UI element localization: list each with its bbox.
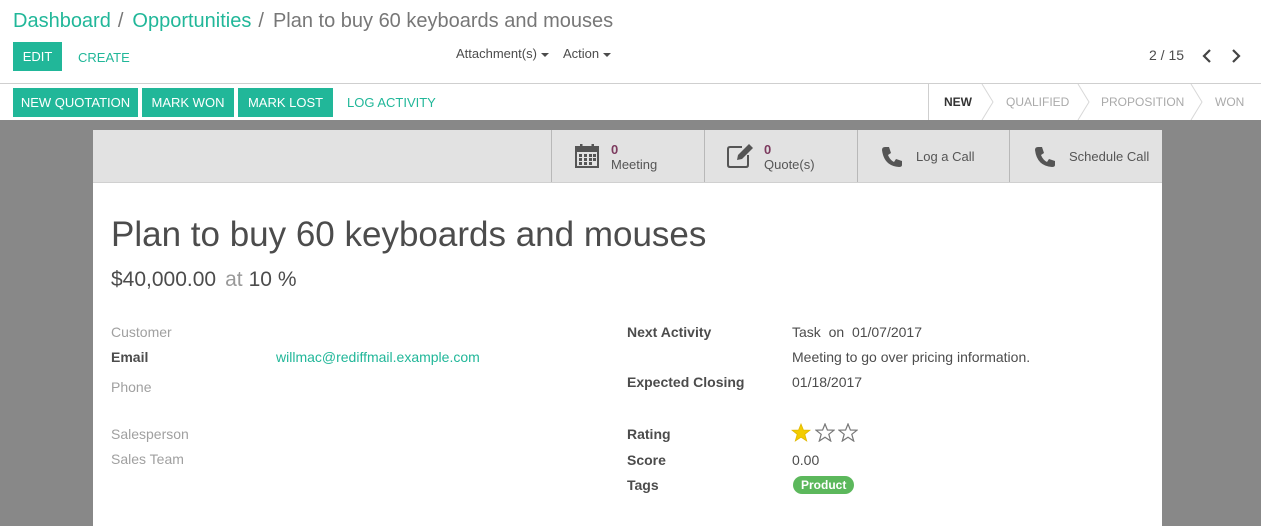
control-panel: Dashboard / Opportunities / Plan to buy 60 k…	[0, 0, 1261, 84]
opportunity-title: Plan to buy 60 keyboards and mouses	[111, 215, 707, 254]
breadcrumb-dashboard[interactable]: Dashboard	[13, 10, 111, 32]
next-activity-summary: Meeting to go over pricing information.	[792, 349, 1031, 365]
phone-icon	[882, 147, 902, 167]
quotes-smart-button[interactable]: 0 Quote(s)	[704, 130, 857, 182]
star-empty-icon[interactable]	[838, 423, 858, 442]
phone-icon	[1035, 147, 1055, 167]
log-call-smart-button[interactable]: Log a Call	[857, 130, 1009, 182]
log-call-label: Log a Call	[916, 149, 975, 164]
next-activity-value: Task on 01/07/2017	[792, 324, 922, 340]
rating-label: Rating	[627, 426, 671, 442]
email-value[interactable]: willmac@rediffmail.example.com	[276, 349, 480, 365]
on-label: on	[828, 324, 845, 340]
calendar-icon	[575, 144, 599, 168]
stage-won[interactable]: WON	[1215, 84, 1244, 120]
breadcrumb-separator: /	[258, 10, 264, 32]
pager-next-button[interactable]	[1228, 47, 1244, 65]
expected-closing-label: Expected Closing	[627, 374, 745, 390]
quotes-count: 0	[764, 142, 772, 157]
edit-icon	[727, 144, 753, 168]
attachments-dropdown[interactable]: Attachment(s)	[456, 46, 549, 61]
caret-down-icon	[603, 52, 612, 57]
mark-won-button[interactable]: MARK WON	[142, 88, 234, 117]
expected-revenue: $40,000.00 at 10 %	[111, 268, 297, 292]
stage-arrow-icon	[981, 84, 994, 120]
next-activity-date: 01/07/2017	[851, 324, 923, 340]
meeting-label: Meeting	[611, 157, 658, 172]
breadcrumb-separator: /	[117, 10, 124, 32]
customer-label: Customer	[111, 324, 172, 340]
log-activity-button[interactable]: LOG ACTIVITY	[347, 95, 436, 110]
form-sheet: 0 Meeting 0 Quote(s) Log a Call Schedule…	[93, 130, 1162, 526]
score-value: 0.00	[792, 452, 820, 468]
revenue-amount: $40,000.00	[111, 268, 217, 291]
create-button[interactable]: CREATE	[78, 50, 130, 65]
pager-previous-button[interactable]	[1199, 47, 1215, 65]
stage-new[interactable]: NEW	[944, 84, 972, 120]
next-activity-label: Next Activity	[627, 324, 712, 340]
chevron-left-icon	[1202, 49, 1211, 63]
smart-button-box: 0 Meeting 0 Quote(s) Log a Call Schedule…	[93, 130, 1162, 183]
action-label: Action	[563, 46, 600, 61]
statusbar: NEW QUOTATION MARK WON MARK LOST LOG ACT…	[0, 84, 1261, 120]
breadcrumb-opportunities[interactable]: Opportunities	[132, 10, 251, 32]
star-filled-icon[interactable]	[791, 423, 811, 442]
at-label: at	[225, 268, 243, 291]
score-label: Score	[627, 452, 666, 468]
tag-badge[interactable]: Product	[793, 476, 855, 494]
action-dropdown[interactable]: Action	[563, 46, 612, 61]
stage-arrow-icon	[1077, 84, 1090, 120]
tags-label: Tags	[627, 477, 659, 493]
meeting-smart-button[interactable]: 0 Meeting	[551, 130, 704, 182]
caret-down-icon	[540, 52, 549, 57]
meeting-count: 0	[611, 142, 619, 157]
breadcrumb: Dashboard / Opportunities / Plan to buy 60 k…	[13, 10, 613, 33]
stage-arrow-icon	[1190, 84, 1203, 120]
expected-closing-value: 01/18/2017	[792, 374, 863, 390]
attachments-label: Attachment(s)	[456, 46, 537, 61]
breadcrumb-current: Plan to buy 60 keyboards and mouses	[272, 10, 614, 32]
phone-label: Phone	[111, 379, 152, 395]
stage-proposition[interactable]: PROPOSITION	[1101, 84, 1184, 120]
sales-team-label: Sales Team	[111, 451, 184, 467]
mark-lost-button[interactable]: MARK LOST	[238, 88, 333, 117]
quotes-label: Quote(s)	[764, 157, 815, 172]
email-label: Email	[111, 349, 149, 365]
stage-pipeline: NEW QUALIFIED PROPOSITION WON	[928, 84, 1261, 120]
edit-button[interactable]: EDIT	[13, 42, 62, 71]
new-quotation-button[interactable]: NEW QUOTATION	[13, 88, 138, 117]
star-empty-icon[interactable]	[815, 423, 835, 442]
schedule-call-smart-button[interactable]: Schedule Call	[1009, 130, 1162, 182]
salesperson-label: Salesperson	[111, 426, 189, 442]
probability-value: 10 %	[248, 268, 297, 291]
stage-qualified[interactable]: QUALIFIED	[1006, 84, 1069, 120]
pager-value: 2 / 15	[1149, 47, 1185, 63]
chevron-right-icon	[1232, 49, 1241, 63]
schedule-call-label: Schedule Call	[1069, 149, 1150, 164]
next-activity-type: Task	[792, 324, 821, 340]
